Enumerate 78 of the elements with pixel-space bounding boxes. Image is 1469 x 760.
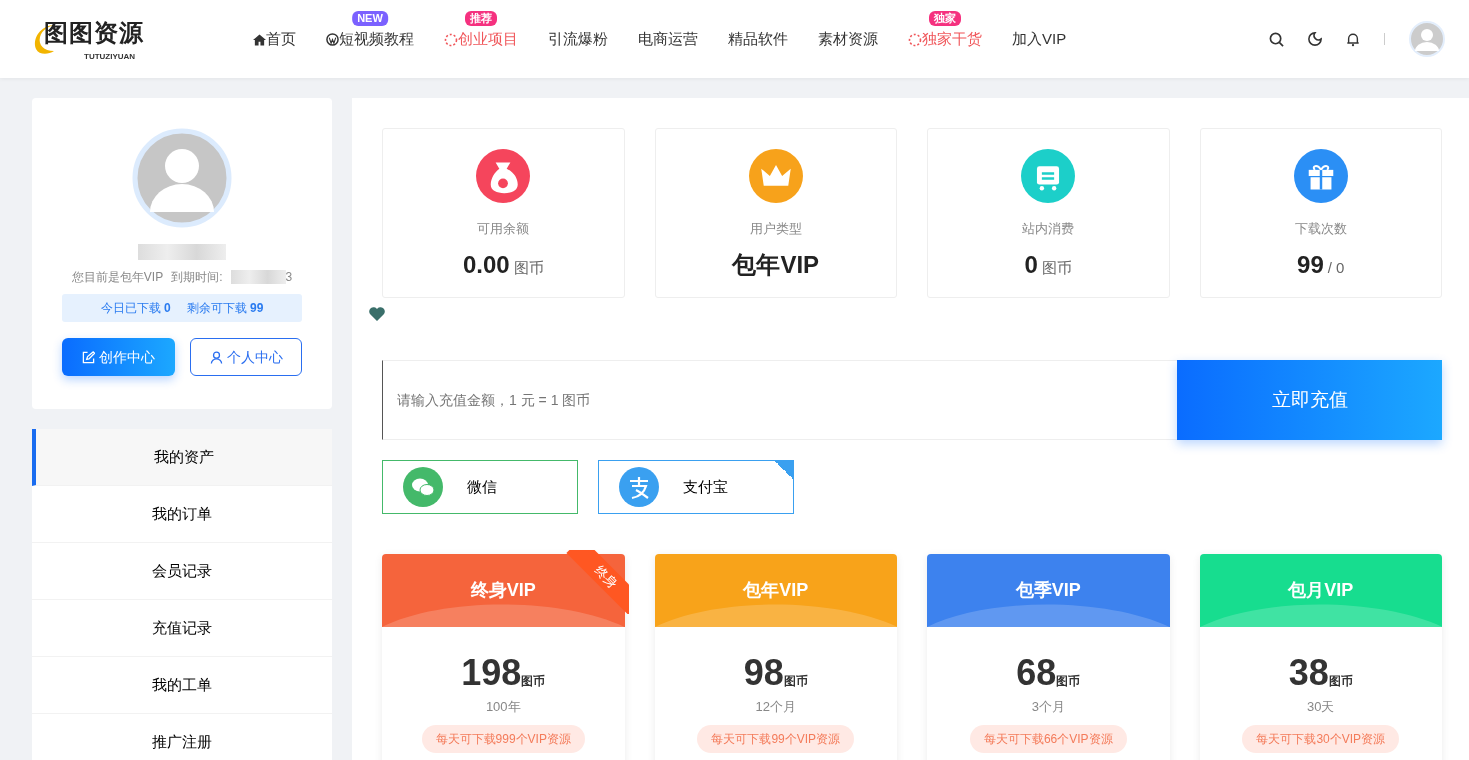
avatar-icon: [132, 128, 232, 228]
stat-value: 0: [1024, 249, 1038, 280]
price-unit: 图币: [521, 674, 546, 690]
wordpress-icon: [326, 33, 339, 47]
nav-link[interactable]: 加入VIP: [997, 29, 1082, 47]
expiry-label: 到期时间:: [171, 269, 223, 286]
menu-item[interactable]: 我的工单: [32, 657, 332, 714]
personal-center-button[interactable]: 个人中心: [190, 338, 302, 376]
plan-price: 68: [1016, 655, 1057, 691]
plan-perk: 每天可下载99个VIP资源: [697, 724, 855, 753]
nav-badge: 推荐: [465, 10, 497, 26]
expiry-date: 3: [285, 269, 293, 286]
plan-name: 包季VIP: [1015, 579, 1081, 602]
plan-period: 30天: [1307, 698, 1335, 716]
plan-card[interactable]: 包月VIP 38图币 30天 每天可下载30个VIP资源: [1199, 554, 1442, 760]
stat-label: 站内消费: [1022, 220, 1075, 238]
spinner-icon: [908, 32, 922, 47]
plan-perk: 每天可下载999个VIP资源: [421, 724, 585, 753]
plan-period: 100年: [485, 698, 521, 716]
menu-item[interactable]: 充值记录: [32, 600, 332, 657]
amount-field[interactable]: 请输入充值金额，1 元 = 1 图币: [382, 360, 1177, 440]
plan-name: 包年VIP: [743, 579, 809, 602]
menu-item[interactable]: 我的订单: [32, 486, 332, 543]
logo-subtext: TUTUZIYUAN: [83, 51, 136, 63]
heart-icon: [368, 306, 386, 322]
payment-option[interactable]: 支付宝: [598, 460, 794, 514]
recharge-button[interactable]: 立即充值: [1177, 360, 1442, 440]
bell-icon[interactable]: [1346, 31, 1360, 47]
edit-icon: [82, 350, 95, 364]
stat-value: 99: [1297, 249, 1324, 280]
stat-unit: / 0: [1327, 257, 1345, 278]
stat-label: 用户类型: [749, 220, 802, 238]
stat-unit: 图币: [1041, 257, 1072, 278]
stat-value: 包年VIP: [732, 249, 820, 280]
stat-label: 下载次数: [1294, 220, 1347, 238]
nav-link[interactable]: 首页: [238, 29, 311, 47]
plan-period: 3个月: [1031, 698, 1065, 716]
alipay-icon: [619, 467, 659, 507]
plan-price: 198: [461, 655, 522, 691]
plan-name: 终身VIP: [470, 579, 536, 602]
price-unit: 图币: [1056, 674, 1081, 690]
nav-link[interactable]: 精品软件: [713, 29, 803, 47]
plan-price: 98: [743, 655, 784, 691]
vip-status-text: 您目前是包年VIP: [71, 269, 164, 286]
plan-card[interactable]: 包季VIP 68图币 3个月 每天可下载66个VIP资源: [927, 554, 1170, 760]
price-unit: 图币: [1328, 674, 1353, 690]
menu-item[interactable]: 推广注册: [32, 714, 332, 760]
nav-link[interactable]: 创业项目: [429, 29, 533, 47]
menu-item[interactable]: 我的资产: [32, 429, 332, 486]
moon-icon[interactable]: [1308, 32, 1322, 46]
plan-perk: 每天可下载30个VIP资源: [1242, 724, 1400, 753]
nav-link[interactable]: 短视频教程: [311, 29, 429, 47]
plan-period: 12个月: [755, 698, 796, 716]
user-icon: [209, 350, 223, 364]
home-icon: [253, 33, 266, 46]
plan-perk: 每天可下载66个VIP资源: [969, 724, 1127, 753]
nav-badge: 独家: [929, 10, 961, 26]
menu-item[interactable]: 会员记录: [32, 543, 332, 600]
logo-text[interactable]: 图图资源: [44, 15, 144, 51]
stat-unit: 图币: [513, 257, 544, 278]
blurred-date: [230, 270, 286, 284]
nav-link[interactable]: 独家干货: [893, 29, 997, 47]
payment-option[interactable]: 微信: [382, 460, 578, 514]
stat-label: 可用余额: [477, 220, 530, 238]
downloads-remaining: 剩余可下载 99: [186, 300, 264, 317]
nav-badge: NEW: [352, 10, 388, 26]
downloads-today: 今日已下载 0: [100, 300, 171, 317]
nav-link[interactable]: 引流爆粉: [533, 29, 623, 47]
nav-link[interactable]: 电商运营: [623, 29, 713, 47]
stat-value: 0.00: [462, 249, 510, 280]
price-unit: 图币: [783, 674, 808, 690]
plan-card[interactable]: 包年VIP 98图币 12个月 每天可下载99个VIP资源: [654, 554, 897, 760]
plan-price: 38: [1288, 655, 1329, 691]
plan-name: 包月VIP: [1288, 579, 1354, 602]
spinner-icon: [444, 32, 458, 47]
chat-bubbles-icon: [403, 467, 443, 507]
search-icon[interactable]: [1269, 31, 1284, 47]
nav-link[interactable]: 素材资源: [803, 29, 893, 47]
